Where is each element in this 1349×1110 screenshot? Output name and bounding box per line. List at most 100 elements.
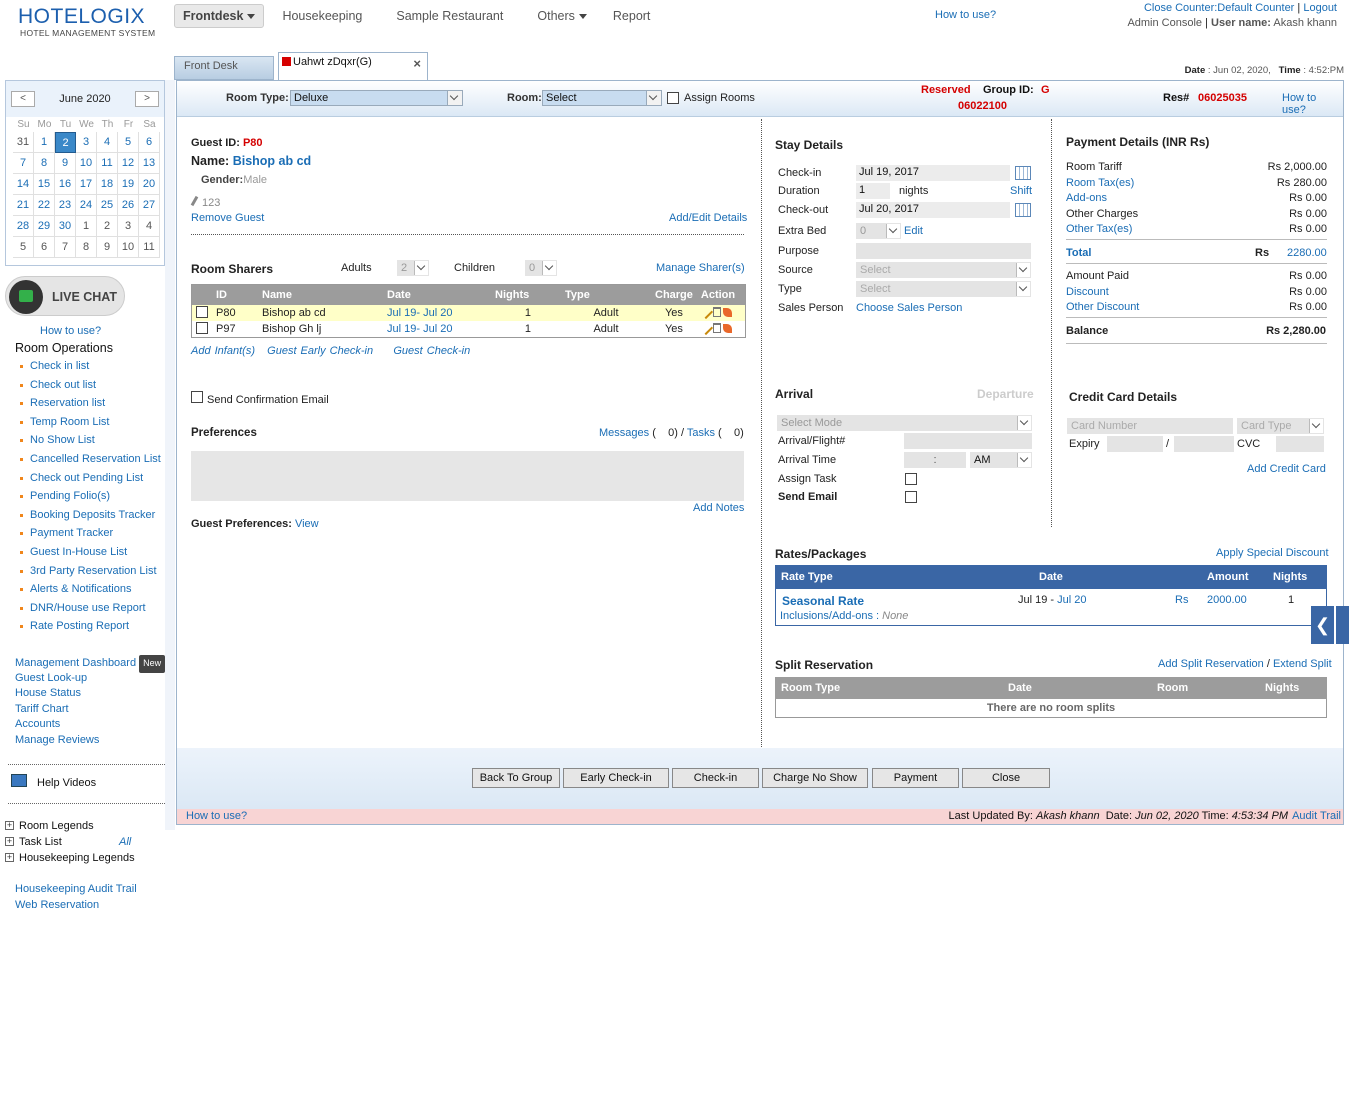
calendar-day[interactable]: 3 — [118, 216, 139, 237]
inclusions-link[interactable]: Inclusions/Add-ons : — [780, 610, 879, 622]
sidebar-item-room-op[interactable]: Cancelled Reservation List — [0, 450, 170, 469]
sidebar-item-room-op[interactable]: Check in list — [0, 357, 170, 376]
charge-no-show-button[interactable]: Charge No Show — [762, 768, 868, 788]
toolbar-how-to-use[interactable]: How to use? — [1282, 92, 1343, 116]
sharer-checkbox[interactable] — [196, 321, 208, 334]
calendar-day[interactable]: 6 — [139, 132, 160, 153]
tab-reservation[interactable]: Uahwt zDqxr(G) × — [278, 52, 428, 80]
calendar-day[interactable]: 7 — [13, 153, 34, 174]
calendar-day[interactable]: 11 — [97, 153, 118, 174]
sidebar-link[interactable]: Manage Reviews — [0, 733, 170, 749]
remove-guest-link[interactable]: Remove Guest — [191, 212, 264, 224]
arrival-tab[interactable]: Arrival — [775, 387, 813, 401]
add-split-link[interactable]: Add Split Reservation — [1158, 658, 1264, 670]
calendar-day[interactable]: 25 — [97, 195, 118, 216]
duration-input[interactable]: 1 — [856, 183, 890, 199]
expiry-month-input[interactable] — [1107, 436, 1163, 452]
calendar-day[interactable]: 8 — [76, 237, 97, 258]
expiry-year-input[interactable] — [1174, 436, 1234, 452]
total-label[interactable]: Total — [1066, 247, 1091, 259]
collapse-panel-edge[interactable] — [1336, 606, 1349, 644]
departure-tab[interactable]: Departure — [977, 387, 1034, 401]
close-button[interactable]: Close — [962, 768, 1050, 788]
calendar-next-button[interactable]: > — [135, 91, 159, 107]
assign-rooms-checkbox[interactable] — [667, 92, 679, 104]
add-infants-link[interactable]: Add Infant(s) — [191, 345, 255, 357]
arrival-flight-input[interactable] — [904, 433, 1032, 449]
calendar-day[interactable]: 2 — [55, 132, 76, 153]
calendar-day[interactable]: 1 — [34, 132, 55, 153]
calendar-day[interactable]: 24 — [76, 195, 97, 216]
purpose-input[interactable] — [856, 243, 1031, 259]
checkout-input[interactable]: Jul 20, 2017 — [856, 202, 1010, 218]
task-list-toggle[interactable]: + Task List All — [0, 834, 165, 850]
add-notes-link[interactable]: Add Notes — [693, 502, 744, 514]
nav-sample-restaurant[interactable]: Sample Restaurant — [388, 9, 511, 23]
tab-front-desk[interactable]: Front Desk — [174, 56, 274, 80]
close-icon[interactable]: × — [413, 56, 421, 71]
trash-icon[interactable] — [712, 322, 721, 333]
ampm-select[interactable]: AM — [970, 452, 1032, 468]
calendar-day[interactable]: 30 — [55, 216, 76, 237]
tasks-link[interactable]: Tasks — [687, 427, 715, 439]
calendar-day[interactable]: 23 — [55, 195, 76, 216]
back-to-group-button[interactable]: Back To Group — [472, 768, 560, 788]
room-select[interactable]: Select — [542, 90, 662, 106]
collapse-panel-button[interactable]: ❮ — [1311, 606, 1334, 644]
nav-housekeeping[interactable]: Housekeeping — [274, 9, 370, 23]
payment-row-label[interactable]: Other Tax(es) — [1066, 223, 1132, 235]
preferences-textarea[interactable] — [191, 451, 744, 501]
footer-how-to-use[interactable]: How to use? — [186, 809, 247, 824]
sidebar-item-room-op[interactable]: No Show List — [0, 431, 170, 450]
calendar-day[interactable]: 5 — [118, 132, 139, 153]
calendar-day[interactable]: 2 — [97, 216, 118, 237]
guest-name-link[interactable]: Bishop ab cd — [233, 154, 311, 168]
sidebar-how-to-use[interactable]: How to use? — [40, 325, 101, 337]
guest-preferences-view-link[interactable]: View — [295, 518, 319, 530]
nav-others[interactable]: Others — [529, 9, 595, 23]
sidebar-item-room-op[interactable]: Booking Deposits Tracker — [0, 506, 170, 525]
calendar-day[interactable]: 9 — [97, 237, 118, 258]
housekeeping-legends-toggle[interactable]: + Housekeeping Legends — [0, 850, 165, 866]
sharer-date[interactable]: Jul 19- Jul 20 — [383, 321, 491, 337]
sharer-checkbox[interactable] — [196, 305, 208, 318]
sidebar-link[interactable]: Tariff Chart — [0, 702, 170, 718]
type-select[interactable]: Select — [856, 281, 1031, 297]
sidebar-link[interactable]: Accounts — [0, 717, 170, 733]
calendar-day[interactable]: 6 — [34, 237, 55, 258]
calendar-day[interactable]: 4 — [139, 216, 160, 237]
payment-row-label[interactable]: Discount — [1066, 286, 1109, 298]
adults-select[interactable]: 2 — [397, 260, 429, 276]
manage-sharers-link[interactable]: Manage Sharer(s) — [656, 262, 745, 274]
extra-bed-select[interactable]: 0 — [856, 223, 901, 239]
calendar-icon[interactable] — [1015, 166, 1031, 180]
card-type-select[interactable]: Card Type — [1237, 418, 1324, 434]
brush-icon[interactable] — [722, 323, 732, 333]
extend-split-link[interactable]: Extend Split — [1273, 658, 1332, 670]
calendar-day[interactable]: 11 — [139, 237, 160, 258]
card-number-input[interactable]: Card Number — [1067, 418, 1233, 434]
calendar-day[interactable]: 26 — [118, 195, 139, 216]
trash-icon[interactable] — [712, 306, 721, 317]
admin-console-link[interactable]: Admin Console — [1127, 17, 1202, 29]
calendar-day[interactable]: 29 — [34, 216, 55, 237]
calendar-day[interactable]: 5 — [13, 237, 34, 258]
help-videos-link[interactable]: Help Videos — [37, 777, 96, 789]
sidebar-item-room-op[interactable]: DNR/House use Report — [0, 599, 170, 618]
sidebar-bottom-link[interactable]: Web Reservation — [0, 898, 170, 914]
sidebar-scrollbar[interactable] — [165, 80, 175, 830]
calendar-day[interactable]: 18 — [97, 174, 118, 195]
guest-checkin-link[interactable]: Guest Check-in — [393, 345, 470, 357]
calendar-day[interactable]: 9 — [55, 153, 76, 174]
sidebar-item-room-op[interactable]: Check out Pending List — [0, 469, 170, 488]
choose-sales-person-link[interactable]: Choose Sales Person — [856, 302, 962, 314]
close-counter-link[interactable]: Close Counter:Default Counter — [1144, 2, 1294, 14]
early-checkin-button[interactable]: Early Check-in — [563, 768, 669, 788]
sidebar-item-room-op[interactable]: Guest In-House List — [0, 543, 170, 562]
send-email-checkbox[interactable] — [905, 491, 917, 503]
audit-trail-link[interactable]: Audit Trail — [1292, 809, 1341, 824]
nav-report[interactable]: Report — [605, 9, 659, 23]
calendar-day[interactable]: 4 — [97, 132, 118, 153]
sidebar-link[interactable]: Guest Look-up — [0, 671, 170, 687]
calendar-day[interactable]: 31 — [13, 132, 34, 153]
